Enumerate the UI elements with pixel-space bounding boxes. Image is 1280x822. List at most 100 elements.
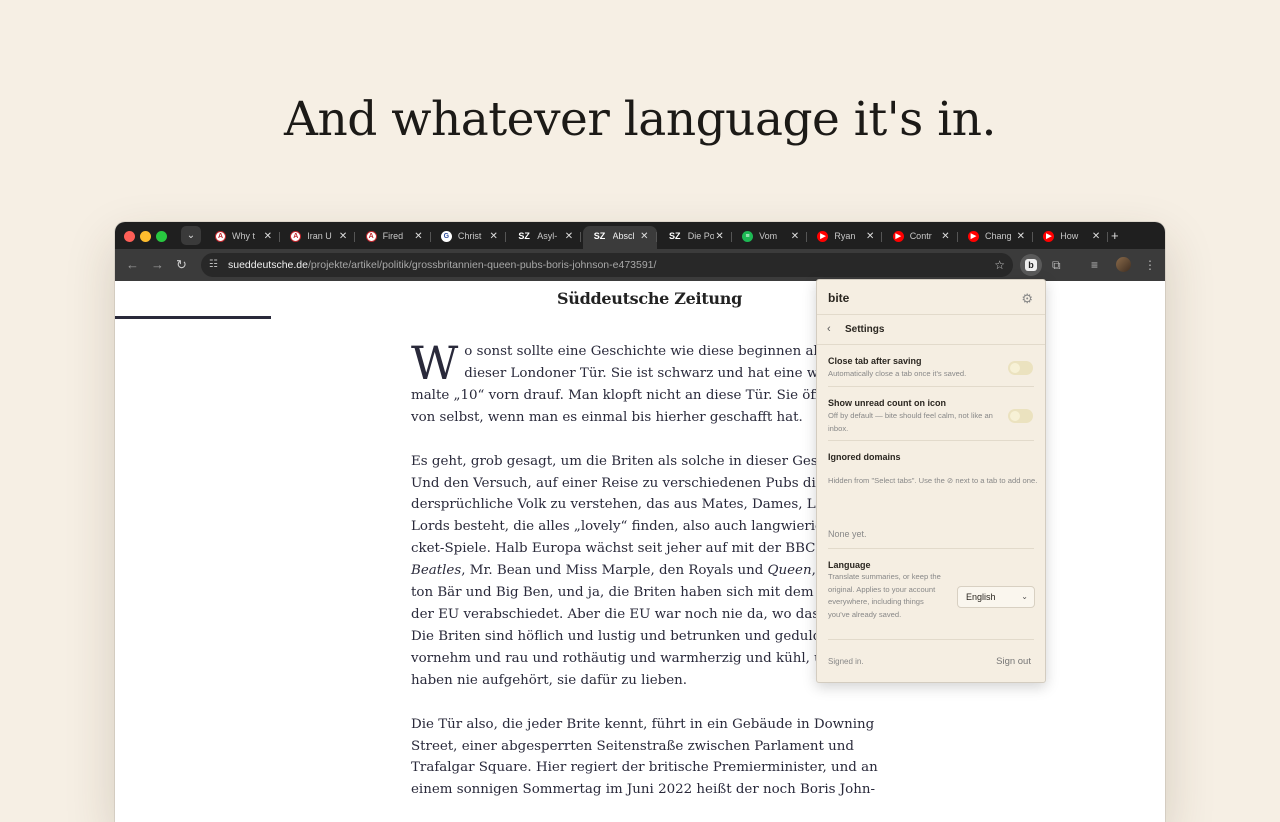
tab-separator xyxy=(1032,232,1033,242)
browser-tab[interactable]: ▶ Ryan ✕ xyxy=(808,226,883,249)
article-text: Trafalgar Square. Hier regiert der briti… xyxy=(411,760,878,776)
drop-cap: W xyxy=(411,336,459,390)
article-text: Und den Versuch, auf einer Reise zu vers… xyxy=(411,475,839,491)
article-text: Street, einer abgesperrten Seitenstraße … xyxy=(411,738,854,754)
tab-separator xyxy=(956,232,958,242)
close-tab-icon[interactable]: ✕ xyxy=(866,226,874,247)
sz-red-icon: A xyxy=(290,231,302,242)
article-paragraph: Es geht, grob gesagt, um die Briten als … xyxy=(411,451,881,692)
browser-tab[interactable]: ▶ Chang ✕ xyxy=(959,226,1033,249)
gear-icon[interactable]: ⚙ xyxy=(1021,291,1033,307)
close-tab-icon[interactable]: ✕ xyxy=(1092,226,1100,247)
article-text: cket-Spiele. Halb Europa wächst seit jeh… xyxy=(411,541,837,557)
sz-red-icon: A xyxy=(215,231,226,242)
bookmark-star-icon[interactable]: ☆ xyxy=(994,253,1005,277)
bite-extension-button[interactable]: b xyxy=(1020,254,1042,276)
language-title: Language xyxy=(828,560,871,570)
browser-tab[interactable]: SZ Abscl ✕ xyxy=(582,226,657,249)
browser-tab[interactable]: ▶ How ✕ xyxy=(1034,226,1109,249)
toggle-knob xyxy=(1010,411,1020,421)
tab-title: Abscl xyxy=(612,231,635,241)
youtube-icon: ▶ xyxy=(892,231,904,242)
tab-strip: ⌄ A Why t ✕ A Iran U ✕ A Fired ✕ G Christ ✕ SZ Asyl- ✕… xyxy=(115,222,1165,249)
more-menu-icon[interactable]: ⋮ xyxy=(1144,255,1156,275)
tab-separator xyxy=(354,232,356,242)
ignored-domains-desc: Hidden from "Select tabs". Use the ⊘ nex… xyxy=(828,476,1038,485)
article-text: Die Tür also, die jeder Brite kennt, füh… xyxy=(411,716,875,732)
settings-title[interactable]: Settings xyxy=(845,324,884,335)
forward-button[interactable]: → xyxy=(151,255,164,275)
reload-button[interactable]: ↻ xyxy=(176,255,187,275)
article-text: vornehm und rau und rothäutig und warmhe… xyxy=(411,650,823,666)
article-text: dieser Londoner Tür. Sie ist schwarz und… xyxy=(464,365,840,381)
sign-out-button[interactable]: Sign out xyxy=(996,656,1031,667)
article-text: , Mr. Bean und Miss Marple, den Royals u… xyxy=(461,563,768,579)
address-bar[interactable]: ☷ sueddeutsche.de/projekte/artikel/polit… xyxy=(201,253,1013,277)
toggle-knob xyxy=(1010,363,1020,373)
new-tab-button[interactable]: + xyxy=(1111,226,1119,245)
language-select-value: English xyxy=(966,592,996,602)
back-chevron-icon[interactable]: ‹ xyxy=(827,323,831,335)
extensions-puzzle-icon[interactable]: ⧉ xyxy=(1052,255,1061,275)
hero-headline: And whatever language it's in. xyxy=(284,92,996,147)
tab-title: How xyxy=(1060,231,1079,241)
tab-search-button[interactable]: ⌄ xyxy=(181,226,201,245)
tab-title: Contr xyxy=(909,231,932,241)
g-icon: G xyxy=(440,231,452,242)
sz-red-icon: A xyxy=(365,231,377,242)
close-tab-desc: Automatically close a tab once it's save… xyxy=(828,369,967,378)
close-tab-icon[interactable]: ✕ xyxy=(941,226,949,247)
close-tab-icon[interactable]: ✕ xyxy=(715,226,723,247)
browser-tab[interactable]: ▶ Contr ✕ xyxy=(884,226,958,249)
close-tab-icon[interactable]: ✕ xyxy=(1017,226,1025,247)
unread-count-toggle[interactable] xyxy=(1008,409,1033,423)
bite-brand: bite xyxy=(828,291,850,305)
close-tab-icon[interactable]: ✕ xyxy=(565,226,573,247)
tab-title: Die Po xyxy=(687,231,714,241)
profile-avatar[interactable] xyxy=(1116,257,1131,272)
close-tab-icon[interactable]: ✕ xyxy=(264,226,272,247)
spotify-icon: ≡ xyxy=(742,231,754,242)
browser-tab[interactable]: A Iran U ✕ xyxy=(281,226,356,249)
tab-title: Iran U xyxy=(307,231,332,241)
back-button[interactable]: ← xyxy=(126,255,139,275)
bite-extension-popup: bite ⚙ ‹ Settings Close tab after saving… xyxy=(816,279,1046,683)
browser-tab[interactable]: ≡ Vom ✕ xyxy=(733,226,808,249)
sz-icon: SZ xyxy=(518,231,530,241)
tab-separator xyxy=(504,232,506,242)
divider xyxy=(828,548,1034,549)
article-text: von selbst, wenn man es einmal bis hierh… xyxy=(411,409,803,425)
unread-count-title: Show unread count on icon xyxy=(828,398,946,408)
reading-list-icon[interactable]: ≡ xyxy=(1091,255,1098,275)
sz-logo[interactable]: Süddeutsche Zeitung xyxy=(557,289,742,308)
bite-logo-icon: b xyxy=(1025,259,1037,271)
zoom-window-button[interactable] xyxy=(156,231,167,242)
close-tab-icon[interactable]: ✕ xyxy=(640,226,648,247)
close-window-button[interactable] xyxy=(124,231,135,242)
divider xyxy=(828,386,1034,387)
article-text: Lords besteht, die alles „lovely“ finden… xyxy=(411,519,832,535)
browser-tab[interactable]: A Fired ✕ xyxy=(357,226,431,249)
tab-separator xyxy=(580,232,582,242)
browser-tab[interactable]: G Christ ✕ xyxy=(432,226,506,249)
browser-tab[interactable]: SZ Asyl- ✕ xyxy=(507,226,582,249)
browser-tab[interactable]: A Why t ✕ xyxy=(206,226,280,249)
site-settings-icon[interactable]: ☷ xyxy=(209,257,218,273)
tab-separator xyxy=(881,232,883,242)
minimize-window-button[interactable] xyxy=(140,231,151,242)
tab-separator xyxy=(806,232,808,242)
close-tab-icon[interactable]: ✕ xyxy=(791,226,799,247)
plus-icon: + xyxy=(1111,228,1119,243)
sz-icon: SZ xyxy=(593,231,606,241)
close-tab-toggle[interactable] xyxy=(1008,361,1033,375)
close-tab-icon[interactable]: ✕ xyxy=(339,226,347,247)
url-domain: sueddeutsche.de xyxy=(228,259,308,271)
article-text: Die Briten sind höflich und lustig und b… xyxy=(411,628,826,644)
browser-tab[interactable]: SZ Die Po ✕ xyxy=(658,226,732,249)
browser-toolbar: ← → ↻ ☷ sueddeutsche.de/projekte/artikel… xyxy=(115,249,1165,281)
close-tab-title: Close tab after saving xyxy=(828,356,922,366)
language-select[interactable]: English ⌄ xyxy=(957,586,1035,608)
article-paragraph: Die Tür also, die jeder Brite kennt, füh… xyxy=(411,714,881,802)
close-tab-icon[interactable]: ✕ xyxy=(414,226,422,247)
close-tab-icon[interactable]: ✕ xyxy=(490,226,498,247)
